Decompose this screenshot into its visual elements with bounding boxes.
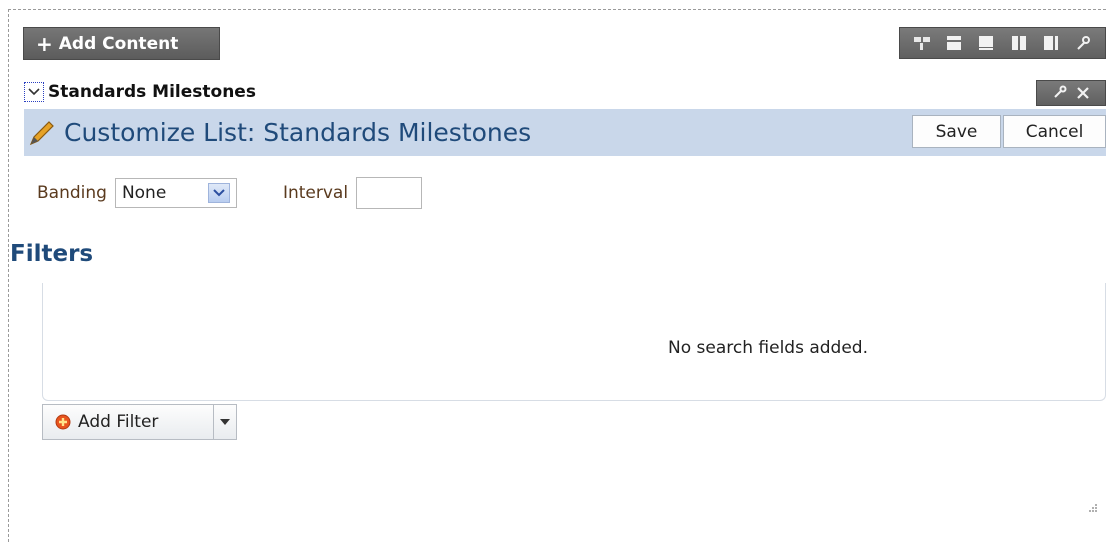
banding-value: None [121,183,167,203]
layout-sidebar-icon[interactable] [1042,34,1060,52]
empty-filters-message: No search fields added. [668,338,868,358]
banding-select[interactable]: None [114,178,237,208]
portlet-tools [1036,80,1106,106]
layout-one-column-icon[interactable] [977,34,995,52]
customize-title: Customize List: Standards Milestones [64,118,532,147]
close-icon[interactable] [1077,84,1089,103]
layout-two-rows-icon[interactable] [945,34,963,52]
pencil-icon [28,119,56,147]
add-filter-main[interactable]: Add Filter [43,405,213,439]
banding-label: Banding [37,183,107,203]
collapse-toggle[interactable] [24,82,44,102]
wrench-icon[interactable] [1074,34,1092,52]
add-filter-button: Add Filter [42,404,237,440]
move-layout-icon[interactable] [913,34,931,52]
add-filter-label: Add Filter [78,412,159,432]
chevron-down-icon [220,419,230,425]
add-filter-menu-button[interactable] [214,405,236,439]
chevron-down-icon [207,183,230,203]
filters-panel [42,283,1106,401]
portlet-header: Standards Milestones [24,78,1106,106]
banding-row: Banding None Interval [37,176,423,210]
wrench-icon[interactable] [1053,84,1067,103]
add-filter-icon [55,414,71,430]
resize-grip[interactable] [1084,500,1098,514]
interval-label: Interval [282,183,349,203]
add-content-label: Add Content [58,33,179,54]
portlet-title: Standards Milestones [48,82,256,102]
add-content-button[interactable]: + Add Content [23,27,220,60]
filters-heading: Filters [10,241,94,267]
plus-icon: + [36,31,53,56]
cancel-button[interactable]: Cancel [1003,115,1106,148]
save-button[interactable]: Save [912,115,1001,148]
chevron-down-icon [28,88,40,96]
layout-toolbar [899,27,1106,59]
customize-bar: Customize List: Standards Milestones Sav… [24,109,1106,156]
layout-two-columns-icon[interactable] [1010,34,1028,52]
interval-input[interactable] [356,177,423,209]
